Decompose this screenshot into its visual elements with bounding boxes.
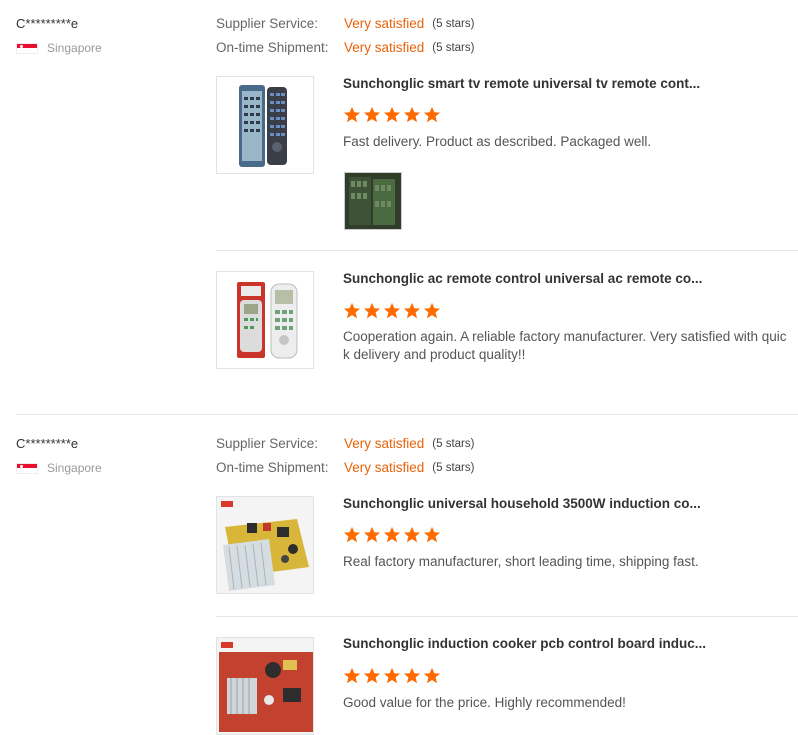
singapore-flag-icon — [16, 462, 38, 474]
product-thumbnail-induction-board[interactable] — [216, 496, 314, 594]
product-title-link[interactable]: Sunchonglic universal household 3500W in… — [343, 496, 701, 511]
product-title-link[interactable]: Sunchonglic induction cooker pcb control… — [343, 636, 706, 651]
star-icon — [423, 526, 441, 543]
product-star-rating — [343, 106, 441, 124]
product-thumbnail-tv-remote[interactable] — [216, 76, 314, 174]
star-icon — [343, 667, 361, 684]
star-icon — [423, 302, 441, 319]
review-photo-thumbnail[interactable] — [344, 172, 402, 230]
star-icon — [403, 667, 421, 684]
review-text: Fast delivery. Product as described. Pac… — [343, 134, 652, 149]
rating-stars-text: (5 stars) — [432, 437, 475, 450]
star-icon — [423, 106, 441, 123]
star-icon — [343, 526, 361, 543]
country-label: Singapore — [47, 41, 102, 55]
star-icon — [403, 106, 421, 123]
reviewer-name: C*********e — [16, 16, 79, 31]
star-icon — [363, 667, 381, 684]
product-thumbnail-pcb-board[interactable] — [216, 637, 314, 735]
review-text: Cooperation again. A reliable factory ma… — [343, 329, 787, 362]
rating-value: Very satisfied — [344, 460, 425, 475]
rating-label: On-time Shipment: — [216, 460, 329, 475]
product-star-rating — [343, 526, 441, 544]
product-thumbnail-ac-remote[interactable] — [216, 271, 314, 369]
supplier-service-rating: Supplier Service: Very satisfied (5 star… — [216, 436, 474, 451]
review-divider — [16, 414, 798, 415]
star-icon — [383, 302, 401, 319]
reviewer-country: Singapore — [16, 461, 102, 475]
rating-stars-text: (5 stars) — [432, 461, 475, 474]
product-star-rating — [343, 667, 441, 685]
star-icon — [343, 106, 361, 123]
rating-label: Supplier Service: — [216, 16, 319, 31]
rating-value: Very satisfied — [344, 40, 425, 55]
review-text: Real factory manufacturer, short leading… — [343, 554, 699, 569]
star-icon — [383, 106, 401, 123]
star-icon — [403, 302, 421, 319]
star-icon — [343, 302, 361, 319]
product-title-link[interactable]: Sunchonglic smart tv remote universal tv… — [343, 76, 700, 91]
rating-stars-text: (5 stars) — [432, 41, 475, 54]
reviewer-name: C*********e — [16, 436, 79, 451]
rating-label: On-time Shipment: — [216, 40, 329, 55]
product-divider — [216, 616, 798, 617]
on-time-shipment-rating: On-time Shipment: Very satisfied (5 star… — [216, 40, 474, 55]
product-title-link[interactable]: Sunchonglic ac remote control universal … — [343, 271, 702, 286]
star-icon — [383, 667, 401, 684]
supplier-service-rating: Supplier Service: Very satisfied (5 star… — [216, 16, 474, 31]
product-star-rating — [343, 302, 441, 320]
singapore-flag-icon — [16, 42, 38, 54]
rating-value: Very satisfied — [344, 436, 425, 451]
star-icon — [423, 667, 441, 684]
reviewer-country: Singapore — [16, 41, 102, 55]
country-label: Singapore — [47, 461, 102, 475]
star-icon — [363, 526, 381, 543]
product-divider — [216, 250, 798, 251]
star-icon — [383, 526, 401, 543]
review-text: Good value for the price. Highly recomme… — [343, 695, 626, 710]
rating-label: Supplier Service: — [216, 436, 319, 451]
rating-value: Very satisfied — [344, 16, 425, 31]
on-time-shipment-rating: On-time Shipment: Very satisfied (5 star… — [216, 460, 474, 475]
star-icon — [363, 106, 381, 123]
rating-stars-text: (5 stars) — [432, 17, 475, 30]
star-icon — [363, 302, 381, 319]
star-icon — [403, 526, 421, 543]
